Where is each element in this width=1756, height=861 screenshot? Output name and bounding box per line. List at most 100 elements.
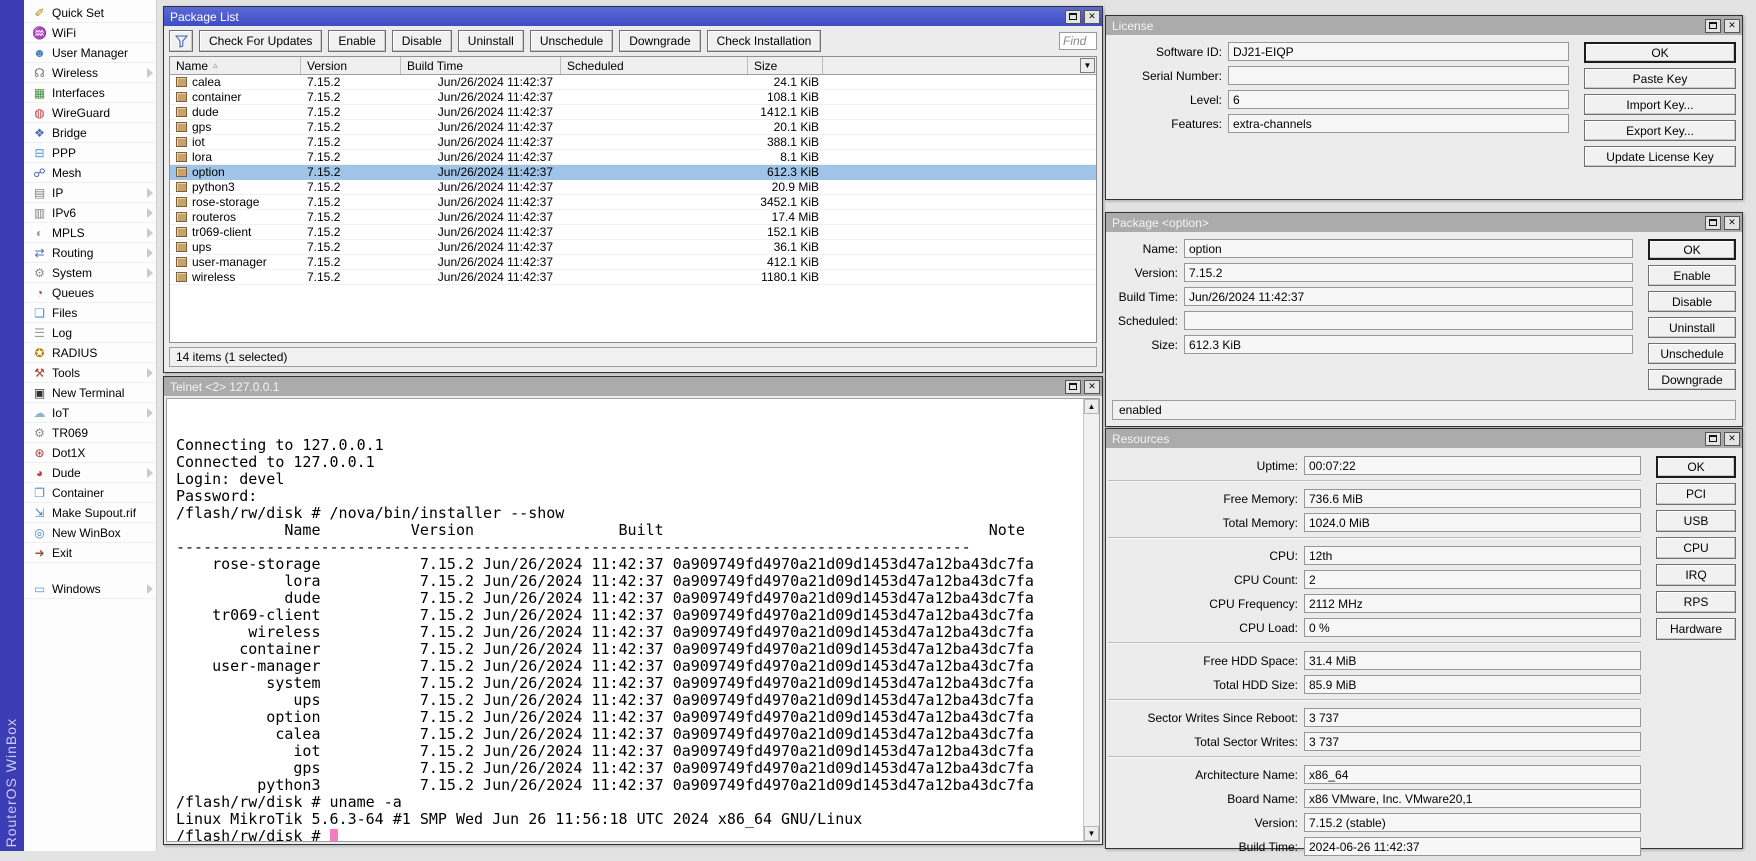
package-row-user-manager[interactable]: user-manager7.15.2Jun/26/2024 11:42:3741… [170,255,1096,270]
sidebar-item-dude[interactable]: ◕Dude [24,463,156,483]
cpu-frequency-field[interactable]: 2112 MHz [1304,594,1641,613]
package-row-gps[interactable]: gps7.15.2Jun/26/2024 11:42:3720.1 KiB [170,120,1096,135]
sidebar-item-ppp[interactable]: ⊟PPP [24,143,156,163]
package-list-titlebar[interactable]: Package List ✕ [164,7,1102,26]
enable-button[interactable]: Enable [328,30,385,52]
find-input[interactable] [1059,32,1097,50]
close-icon[interactable]: ✕ [1724,216,1740,230]
serial-number-field[interactable] [1228,66,1569,85]
ok-button[interactable]: OK [1584,42,1736,63]
scheduled-field[interactable] [1184,311,1633,330]
terminal-scrollbar[interactable]: ▲ ▼ [1083,399,1099,841]
build-time-field[interactable]: 2024-06-26 11:42:37 [1304,837,1641,856]
sidebar-item-system[interactable]: ⚙System [24,263,156,283]
sidebar-item-routing[interactable]: ⇄Routing [24,243,156,263]
export-key-button[interactable]: Export Key... [1584,120,1736,141]
sidebar-item-tr069[interactable]: ⚙TR069 [24,423,156,443]
sidebar-item-windows[interactable]: ▭Windows [24,579,156,599]
sidebar-item-wireless[interactable]: ☊Wireless [24,63,156,83]
enable-button[interactable]: Enable [1648,265,1736,286]
cpu-count-field[interactable]: 2 [1304,570,1641,589]
sidebar-item-files[interactable]: ❏Files [24,303,156,323]
sidebar-item-interfaces[interactable]: ▦Interfaces [24,83,156,103]
package-row-lora[interactable]: lora7.15.2Jun/26/2024 11:42:378.1 KiB [170,150,1096,165]
package-row-routeros[interactable]: routeros7.15.2Jun/26/2024 11:42:3717.4 M… [170,210,1096,225]
sidebar-item-iot[interactable]: ☁IoT [24,403,156,423]
sidebar-item-log[interactable]: ☰Log [24,323,156,343]
package-row-iot[interactable]: iot7.15.2Jun/26/2024 11:42:37388.1 KiB [170,135,1096,150]
name-field[interactable]: option [1184,239,1633,258]
sidebar-item-ipv6[interactable]: ▥IPv6 [24,203,156,223]
terminal-area[interactable]: Connecting to 127.0.0.1 Connected to 127… [166,398,1100,842]
total-memory-field[interactable]: 1024.0 MiB [1304,513,1641,532]
package-row-tr069-client[interactable]: tr069-client7.15.2Jun/26/2024 11:42:3715… [170,225,1096,240]
ok-button[interactable]: OK [1656,456,1736,478]
sidebar-item-queues[interactable]: ◔Queues [24,283,156,303]
update-license-key-button[interactable]: Update License Key [1584,146,1736,167]
total-sector-writes-field[interactable]: 3 737 [1304,732,1641,751]
board-name-field[interactable]: x86 VMware, Inc. VMware20,1 [1304,789,1641,808]
package-row-ups[interactable]: ups7.15.2Jun/26/2024 11:42:3736.1 KiB [170,240,1096,255]
package-row-calea[interactable]: calea7.15.2Jun/26/2024 11:42:3724.1 KiB [170,75,1096,90]
maximize-icon[interactable] [1065,380,1081,394]
downgrade-button[interactable]: Downgrade [1648,369,1736,390]
sidebar-item-quick-set[interactable]: ✐Quick Set [24,3,156,23]
sidebar-item-tools[interactable]: ⚒Tools [24,363,156,383]
uninstall-button[interactable]: Uninstall [458,30,524,52]
maximize-icon[interactable] [1705,216,1721,230]
sidebar-item-exit[interactable]: ➜Exit [24,543,156,563]
resources-titlebar[interactable]: Resources ✕ [1106,429,1742,448]
sidebar-item-wifi[interactable]: ♒WiFi [24,23,156,43]
close-icon[interactable]: ✕ [1084,380,1100,394]
paste-key-button[interactable]: Paste Key [1584,68,1736,89]
cpu-button[interactable]: CPU [1656,537,1736,559]
sector-writes-since-reboot-field[interactable]: 3 737 [1304,708,1641,727]
free-hdd-space-field[interactable]: 31.4 MiB [1304,651,1641,670]
version-field[interactable]: 7.15.2 [1184,263,1633,282]
irq-button[interactable]: IRQ [1656,564,1736,586]
package-row-python3[interactable]: python37.15.2Jun/26/2024 11:42:3720.9 Mi… [170,180,1096,195]
column-header-scheduled[interactable]: Scheduled [561,57,748,74]
uptime-field[interactable]: 00:07:22 [1304,456,1641,475]
column-header-build-time[interactable]: Build Time [401,57,561,74]
features-field[interactable]: extra-channels [1228,114,1569,133]
pci-button[interactable]: PCI [1656,483,1736,505]
software-id-field[interactable]: DJ21-EIQP [1228,42,1569,61]
maximize-icon[interactable] [1065,10,1081,24]
close-icon[interactable]: ✕ [1724,432,1740,446]
cpu-load-field[interactable]: 0 % [1304,618,1641,637]
ok-button[interactable]: OK [1648,239,1736,260]
column-select-button[interactable]: ▼ [1080,58,1095,73]
column-header-name[interactable]: Name▵ [170,57,301,74]
sidebar-item-wireguard[interactable]: ◍WireGuard [24,103,156,123]
hardware-button[interactable]: Hardware [1656,618,1736,640]
sidebar-item-ip[interactable]: ▤IP [24,183,156,203]
unschedule-button[interactable]: Unschedule [530,30,613,52]
package-row-container[interactable]: container7.15.2Jun/26/2024 11:42:37108.1… [170,90,1096,105]
column-header-version[interactable]: Version [301,57,401,74]
close-icon[interactable]: ✕ [1724,19,1740,33]
rps-button[interactable]: RPS [1656,591,1736,613]
sidebar-item-mpls[interactable]: ◐MPLS [24,223,156,243]
sidebar-item-make-supout-rif[interactable]: ⇲Make Supout.rif [24,503,156,523]
column-header-size[interactable]: Size [748,57,823,74]
architecture-name-field[interactable]: x86_64 [1304,765,1641,784]
sidebar-item-radius[interactable]: ✪RADIUS [24,343,156,363]
import-key-button[interactable]: Import Key... [1584,94,1736,115]
package-row-rose-storage[interactable]: rose-storage7.15.2Jun/26/2024 11:42:3734… [170,195,1096,210]
package-row-dude[interactable]: dude7.15.2Jun/26/2024 11:42:371412.1 KiB [170,105,1096,120]
package-option-titlebar[interactable]: Package <option> ✕ [1106,213,1742,232]
sidebar-item-new-terminal[interactable]: ▣New Terminal [24,383,156,403]
sidebar-item-mesh[interactable]: ☍Mesh [24,163,156,183]
total-hdd-size-field[interactable]: 85.9 MiB [1304,675,1641,694]
check-installation-button[interactable]: Check Installation [707,30,822,52]
sidebar-item-user-manager[interactable]: ☻User Manager [24,43,156,63]
sidebar-item-new-winbox[interactable]: ◎New WinBox [24,523,156,543]
maximize-icon[interactable] [1705,432,1721,446]
package-row-option[interactable]: option7.15.2Jun/26/2024 11:42:37612.3 Ki… [170,165,1096,180]
filter-button[interactable] [169,30,193,52]
close-icon[interactable]: ✕ [1084,10,1100,24]
sidebar-item-container[interactable]: ❐Container [24,483,156,503]
sidebar-item-bridge[interactable]: ❖Bridge [24,123,156,143]
size-field[interactable]: 612.3 KiB [1184,335,1633,354]
